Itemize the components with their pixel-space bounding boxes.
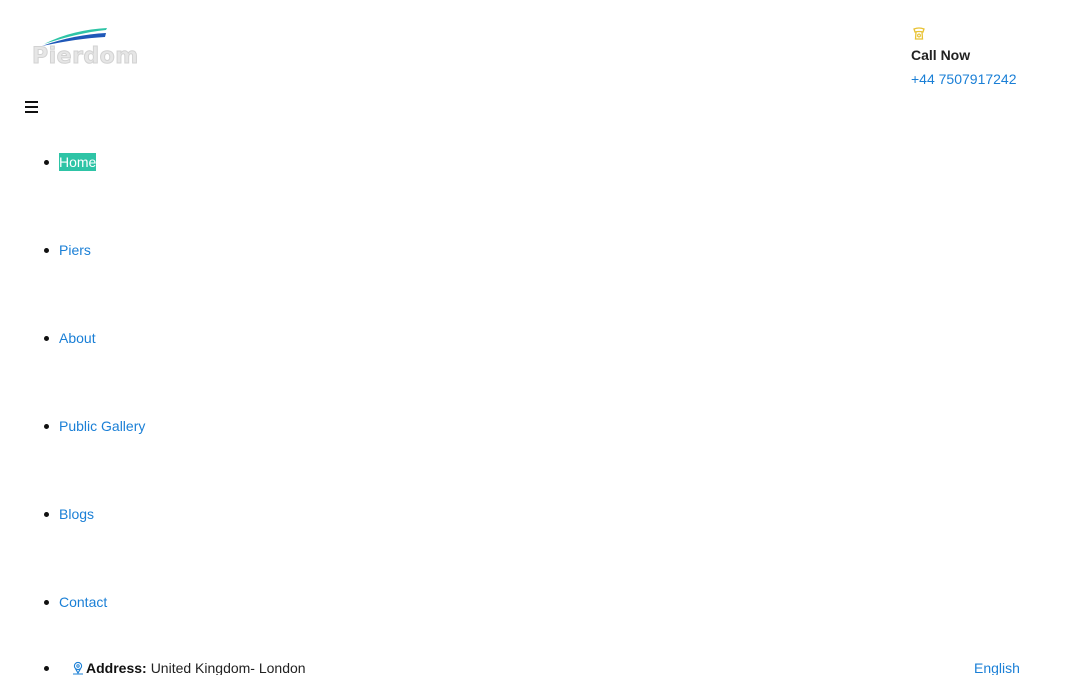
address-value: United Kingdom- London — [150, 660, 306, 675]
nav-link-blogs[interactable]: Blogs — [59, 506, 94, 522]
nav-link-home[interactable]: Home — [59, 153, 97, 171]
nav-item-about: About — [44, 329, 96, 347]
phone-number-link[interactable]: +44 7507917242 — [911, 70, 1017, 88]
nav-item-home: Home — [44, 153, 97, 171]
nav-item-blogs: Blogs — [44, 505, 94, 523]
address-item: Address: United Kingdom- London — [44, 659, 306, 675]
logo-text: Pierdom — [32, 44, 139, 69]
nav-item-piers: Piers — [44, 241, 91, 259]
logo[interactable]: Pierdom — [30, 24, 139, 70]
nav-item-public-gallery: Public Gallery — [44, 417, 145, 435]
nav-link-piers[interactable]: Piers — [59, 242, 91, 258]
phone-icon — [913, 27, 925, 40]
nav-link-about[interactable]: About — [59, 330, 96, 346]
hamburger-icon[interactable] — [25, 101, 38, 113]
location-pin-icon — [73, 661, 83, 675]
nav-item-contact: Contact — [44, 593, 107, 611]
page: Pierdom Call Now +44 7507917242 Home Pie… — [0, 0, 1080, 675]
call-now-label: Call Now — [911, 47, 971, 63]
address-label: Address: — [86, 660, 147, 675]
language-selector[interactable]: English — [974, 659, 1020, 675]
nav-link-contact[interactable]: Contact — [59, 594, 107, 610]
call-block: Call Now +44 7507917242 — [911, 26, 1017, 88]
nav-link-public-gallery[interactable]: Public Gallery — [59, 418, 145, 434]
